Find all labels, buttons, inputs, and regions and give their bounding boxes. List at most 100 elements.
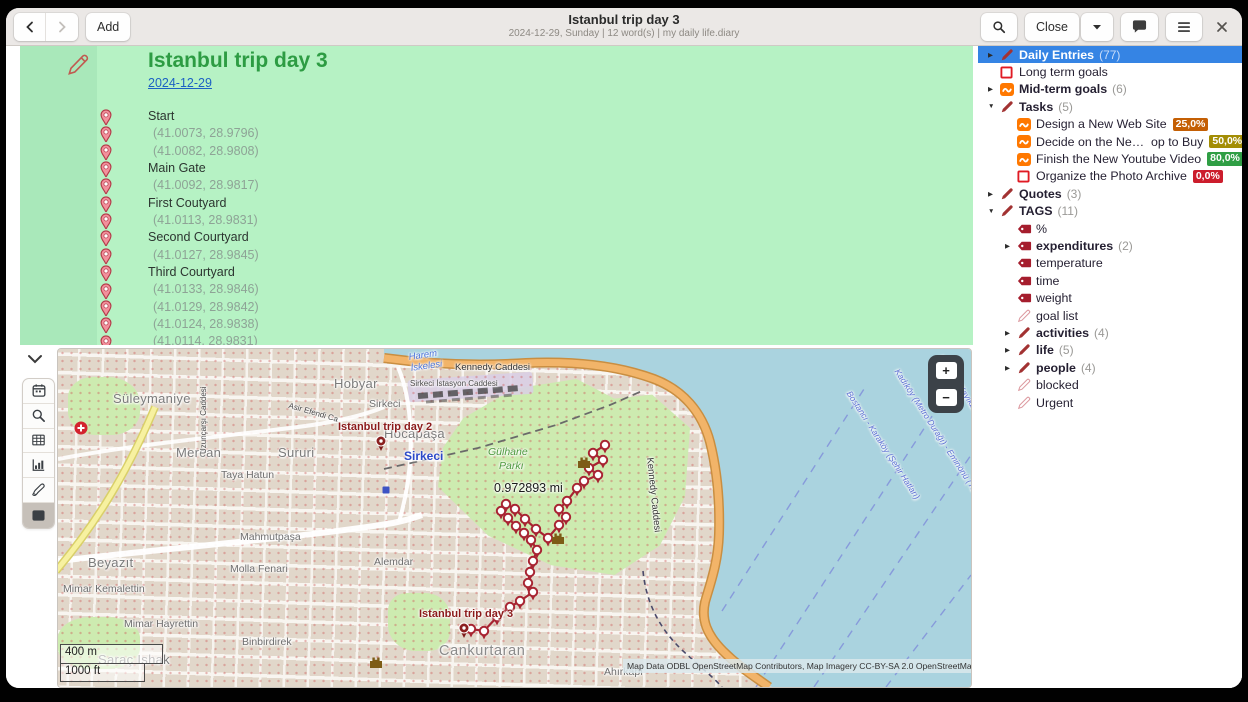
panel-table-button[interactable] <box>23 429 54 454</box>
map-panel[interactable]: SüleymaniyeMercanSururiTaya HatunHobyarS… <box>57 348 972 688</box>
tree-item-count: (4) <box>1094 326 1109 340</box>
tree-item-design-a-new-web-site[interactable]: Design a New Web Site25,0% <box>978 116 1242 133</box>
zoom-in-button[interactable]: + <box>936 362 957 379</box>
trip-endpoint-marker[interactable] <box>376 436 386 451</box>
expander-right-icon[interactable]: ▶ <box>1003 329 1017 337</box>
zoom-out-button[interactable]: − <box>936 389 957 406</box>
map-pin-icon[interactable] <box>99 283 113 300</box>
entry-coordinate-line[interactable]: (41.0092, 28.9817) <box>148 177 259 194</box>
map-pin-icon[interactable] <box>99 213 113 230</box>
entry-coordinate-line[interactable]: (41.0124, 28.9838) <box>148 316 259 333</box>
expander-right-icon[interactable]: ▶ <box>986 190 1000 198</box>
panel-collapse-button[interactable] <box>26 352 46 368</box>
add-button[interactable]: Add <box>86 13 130 41</box>
expander-right-icon[interactable]: ▶ <box>1003 346 1017 354</box>
forward-button[interactable] <box>46 13 78 41</box>
search-button[interactable] <box>981 13 1017 41</box>
tree-item-temperature[interactable]: temperature <box>978 255 1242 272</box>
expander-right-icon[interactable]: ▶ <box>986 51 1000 59</box>
tree-item-tags[interactable]: ▼TAGS(11) <box>978 203 1242 220</box>
route-waypoint-marker[interactable] <box>529 588 537 601</box>
tree-item-time[interactable]: time <box>978 272 1242 289</box>
route-waypoint-marker[interactable] <box>573 484 581 497</box>
map-pin-icon[interactable] <box>99 109 113 126</box>
tree-item-organize-the-photo-archive[interactable]: Organize the Photo Archive0,0% <box>978 168 1242 185</box>
route-waypoint-marker[interactable] <box>493 613 501 626</box>
tree-item-finish-the-new-youtube-video[interactable]: Finish the New Youtube Video80,0% <box>978 150 1242 167</box>
route-waypoint-marker[interactable] <box>601 441 609 454</box>
route-waypoint-marker[interactable] <box>480 627 488 640</box>
tree-item-people[interactable]: ▶people(4) <box>978 359 1242 376</box>
panel-paint-button[interactable] <box>23 478 54 503</box>
entry-body[interactable]: Start(41.0073, 28.9796)(41.0082, 28.9808… <box>148 108 259 345</box>
entry-label-line[interactable]: First Coutyard <box>148 195 259 212</box>
tree-item-goal-list[interactable]: goal list <box>978 307 1242 324</box>
route-waypoint-marker[interactable] <box>504 514 512 527</box>
tree-item-long-term-goals[interactable]: Long term goals <box>978 63 1242 80</box>
entry-coordinate-line[interactable]: (41.0114, 28.9831) <box>148 333 259 345</box>
expander-right-icon[interactable]: ▶ <box>1003 364 1017 372</box>
route-waypoint-marker[interactable] <box>516 597 524 610</box>
window-close-button[interactable] <box>1210 13 1234 41</box>
tree-item-count: (11) <box>1058 204 1078 218</box>
close-entry-button[interactable]: Close <box>1025 13 1079 41</box>
entry-coordinate-line[interactable]: (41.0073, 28.9796) <box>148 125 259 142</box>
menu-button[interactable] <box>1166 13 1202 41</box>
tree-item-quotes[interactable]: ▶Quotes(3) <box>978 185 1242 202</box>
entry-label-line[interactable]: Start <box>148 108 259 125</box>
tree-item-blocked[interactable]: blocked <box>978 376 1242 393</box>
tree-item-item[interactable]: % <box>978 220 1242 237</box>
map-pin-icon[interactable] <box>99 335 113 345</box>
route-waypoint-marker[interactable] <box>521 515 529 528</box>
map-pin-icon[interactable] <box>99 144 113 161</box>
expander-right-icon[interactable]: ▶ <box>1003 242 1017 250</box>
route-waypoint-marker[interactable] <box>599 456 607 469</box>
panel-calendar-button[interactable] <box>23 379 54 404</box>
entry-coordinate-line[interactable]: (41.0133, 28.9846) <box>148 281 259 298</box>
map-pin-icon[interactable] <box>99 265 113 282</box>
map-pin-icon[interactable] <box>99 178 113 195</box>
entry-coordinate-line[interactable]: (41.0129, 28.9842) <box>148 299 259 316</box>
entry-label-line[interactable]: Main Gate <box>148 160 259 177</box>
editor-panel[interactable]: Istanbul trip day 3 2024-12-29 Start(41.… <box>20 46 973 345</box>
map-pin-icon[interactable] <box>99 126 113 143</box>
map-pin-icon[interactable] <box>99 317 113 334</box>
panel-search-button[interactable] <box>23 404 54 429</box>
trip-endpoint-marker[interactable] <box>459 623 469 638</box>
tree-item-tasks[interactable]: ▼Tasks(5) <box>978 98 1242 115</box>
entry-label-line[interactable]: Second Courtyard <box>148 229 259 246</box>
entry-date-link[interactable]: 2024-12-29 <box>148 76 212 90</box>
annotation-button[interactable] <box>1121 13 1158 41</box>
route-waypoint-marker[interactable] <box>563 497 571 510</box>
entry-coordinate-line[interactable]: (41.0082, 28.9808) <box>148 143 259 160</box>
route-waypoint-marker[interactable] <box>555 521 563 534</box>
tree-item-decide-on-the-ne-op-to-buy[interactable]: Decide on the Ne… op to Buy50,0% <box>978 133 1242 150</box>
map-pin-icon[interactable] <box>99 230 113 247</box>
route-waypoint-marker[interactable] <box>594 471 602 484</box>
tree-item-life[interactable]: ▶life(5) <box>978 342 1242 359</box>
map-pin-icon[interactable] <box>99 248 113 265</box>
tree-item-weight[interactable]: weight <box>978 289 1242 306</box>
expander-down-icon[interactable]: ▼ <box>986 208 1000 215</box>
expander-right-icon[interactable]: ▶ <box>986 85 1000 93</box>
expander-down-icon[interactable]: ▼ <box>986 103 1000 110</box>
entry-coordinate-line[interactable]: (41.0113, 28.9831) <box>148 212 259 229</box>
route-waypoint-marker[interactable] <box>544 534 552 547</box>
panel-chart-button[interactable] <box>23 453 54 478</box>
tree-item-label: weight <box>1036 291 1072 305</box>
route-waypoint-marker[interactable] <box>506 603 514 616</box>
map-pin-icon[interactable] <box>99 196 113 213</box>
tree-item-expenditures[interactable]: ▶expenditures(2) <box>978 237 1242 254</box>
tree-item-urgent[interactable]: Urgent <box>978 394 1242 411</box>
tree-item-daily-entries[interactable]: ▶Daily Entries(77) <box>978 46 1242 63</box>
route-waypoint-marker[interactable] <box>589 449 597 462</box>
panel-map-button[interactable] <box>23 503 54 528</box>
entry-coordinate-line[interactable]: (41.0127, 28.9845) <box>148 247 259 264</box>
tree-item-activities[interactable]: ▶activities(4) <box>978 324 1242 341</box>
tree-item-mid-term-goals[interactable]: ▶Mid-term goals(6) <box>978 81 1242 98</box>
back-button[interactable] <box>14 13 46 41</box>
map-pin-icon[interactable] <box>99 300 113 317</box>
entry-label-line[interactable]: Third Courtyard <box>148 264 259 281</box>
close-dropdown-button[interactable] <box>1081 13 1113 41</box>
map-pin-icon[interactable] <box>99 161 113 178</box>
